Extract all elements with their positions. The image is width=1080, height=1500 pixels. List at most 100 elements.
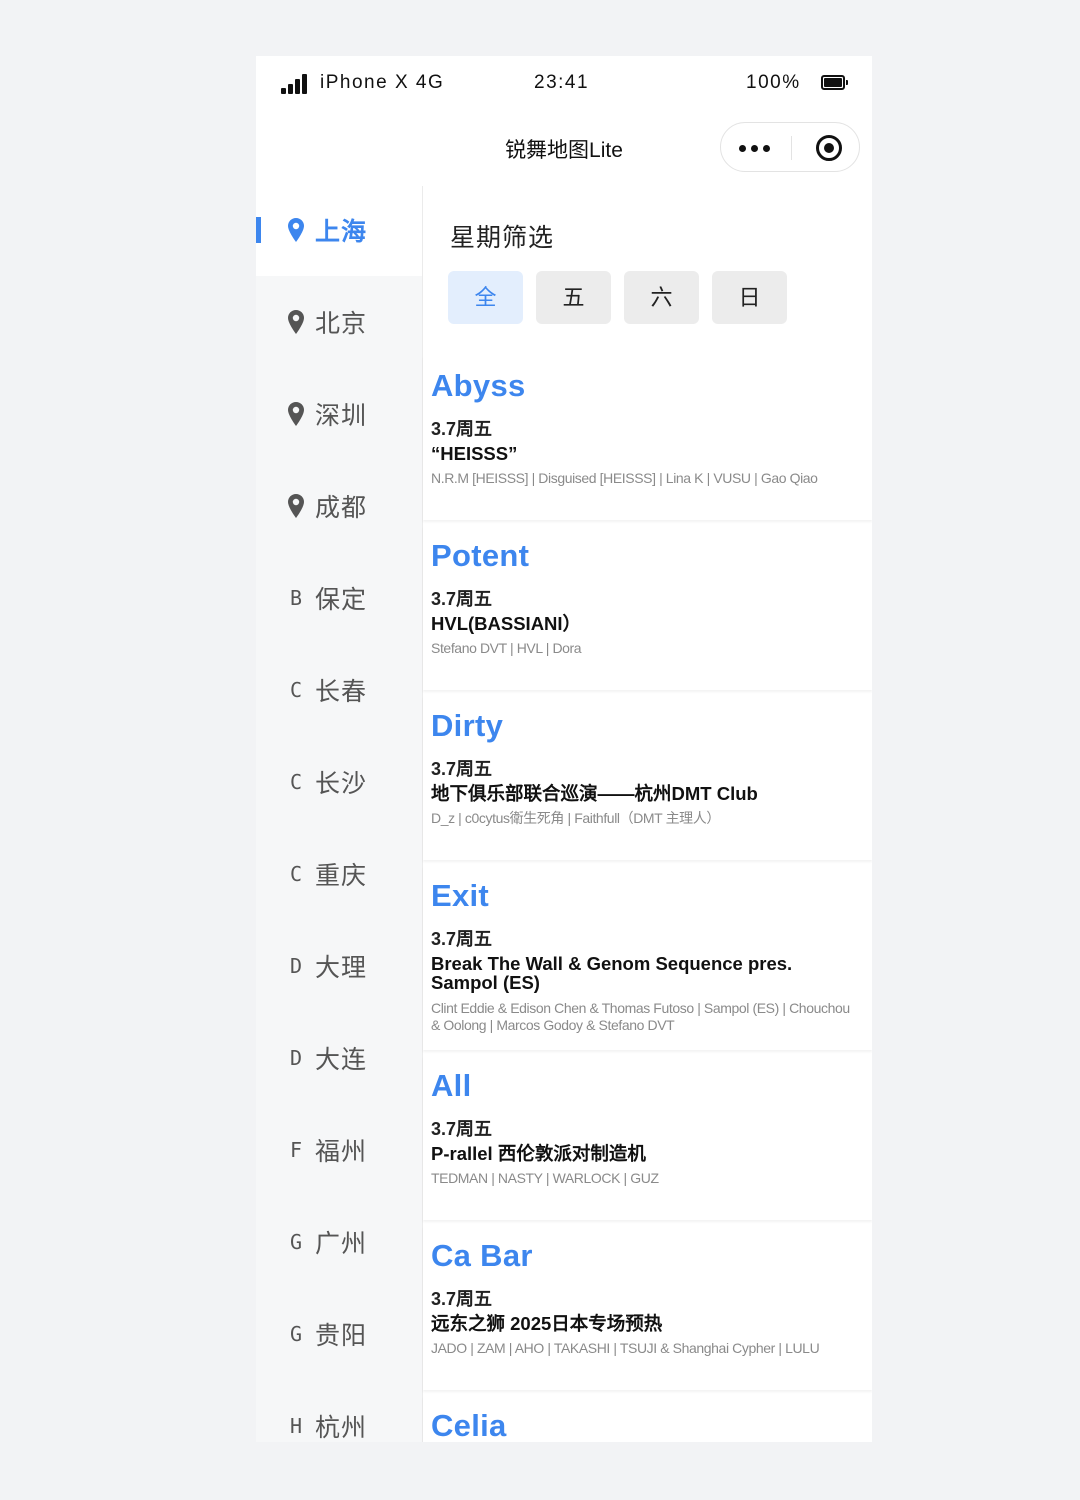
carrier-label: iPhone X 4G xyxy=(320,72,445,93)
event-card[interactable]: Dirty 3.7周五地下俱乐部联合巡演——杭州DMT Club D_z | c0c… xyxy=(423,696,872,860)
weekday-chip[interactable]: 日 xyxy=(712,271,787,324)
sidebar-city-item[interactable]: F 福州 xyxy=(256,1104,422,1196)
sidebar-city-item[interactable]: 成都 xyxy=(256,460,422,552)
index-letter: D xyxy=(286,1045,306,1071)
index-letter-text: D xyxy=(289,1046,303,1070)
event-card[interactable]: All 3.7周五 P-rallel 西伦敦派对制造机 TEDMAN | NASTY … xyxy=(423,1056,872,1220)
battery-percent: 100% xyxy=(746,72,801,93)
event-lineup: JADO | ZAM | AHO | TAKASHI | TSUJI & Sha… xyxy=(431,1340,820,1356)
event-lineup: Clint Eddie & Edison Chen & Thomas Futos… xyxy=(431,1000,850,1033)
location-pin-icon xyxy=(286,401,306,427)
index-letter-text: D xyxy=(289,954,303,978)
signal-icon xyxy=(281,74,309,94)
sidebar-city-item[interactable]: 上海 xyxy=(256,184,422,276)
index-letter-text: C xyxy=(289,678,303,702)
location-pin-icon xyxy=(286,493,306,519)
event-lineup: N.R.M [HEISSS] | Disguised [HEISSS] | Li… xyxy=(431,470,818,486)
index-letter: D xyxy=(286,953,306,979)
sidebar-city-item[interactable]: D 大连 xyxy=(256,1012,422,1104)
index-letter-text: C xyxy=(289,770,303,794)
index-letter: F xyxy=(286,1137,306,1163)
event-title: 远东之狮 2025日本专场预热 xyxy=(431,1313,663,1334)
venue-name: Exit xyxy=(431,878,490,913)
event-date: 3.7周五 xyxy=(431,419,493,439)
sidebar-city-item[interactable]: G 广州 xyxy=(256,1196,422,1288)
city-label: 长春 xyxy=(315,678,368,706)
event-card[interactable]: Potent 3.7周五 HVL(BASSIANI） Stefano DVT | HV… xyxy=(423,526,872,690)
city-sidebar: 上海 北京 深圳 成都 B 保定 C 长春 C 长沙 C 重庆 D 大理 D 大连 F 福州 G 广州 G 贵阳 H 杭州 xyxy=(256,184,422,1442)
venue-name: Dirty xyxy=(431,708,504,743)
city-label: 长沙 xyxy=(315,770,368,798)
city-label: 广州 xyxy=(315,1230,368,1258)
index-letter: C xyxy=(286,861,306,887)
city-label: 杭州 xyxy=(315,1414,368,1442)
event-title: Break The Wall & Genom Sequence pres. Sa… xyxy=(431,953,793,993)
event-title: 地下俱乐部联合巡演——杭州DMT Club xyxy=(431,783,758,804)
weekday-chip[interactable]: 五 xyxy=(536,271,611,324)
venue-name: Abyss xyxy=(431,368,526,403)
miniprogram-capsule xyxy=(720,122,860,172)
event-lineup: D_z | c0cytus衛生死角 | Faithfull（DMT 主理人） xyxy=(431,810,720,826)
event-title: P-rallel 西伦敦派对制造机 xyxy=(431,1143,646,1164)
phone-screen: iPhone X 4G 23:41 100% 锐舞地图Lite 上海 北京 深圳 成都… xyxy=(256,56,872,1442)
capsule-divider xyxy=(791,136,792,160)
event-card[interactable]: Exit 3.7周五 Break The Wall & Genom Sequence… xyxy=(423,866,872,1050)
venue-name: Celia xyxy=(431,1408,507,1442)
event-title: HVL(BASSIANI） xyxy=(431,613,582,634)
city-label: 保定 xyxy=(315,586,368,614)
weekday-chip[interactable]: 全 xyxy=(448,271,523,324)
index-letter: B xyxy=(286,585,306,611)
city-label: 大连 xyxy=(315,1046,368,1074)
index-letter-text: F xyxy=(289,1138,303,1162)
event-card[interactable]: Ca Bar 3.7周五远东之狮 2025日本专场预热 JADO | ZAM | A… xyxy=(423,1226,872,1390)
sidebar-city-item[interactable]: 北京 xyxy=(256,276,422,368)
event-card[interactable]: Abyss 3.7周五 “HEISSS” N.R.M [HEISSS] | Disgu… xyxy=(423,356,872,520)
sidebar-city-item[interactable]: C 重庆 xyxy=(256,828,422,920)
city-label: 重庆 xyxy=(315,862,368,890)
index-letter-text: H xyxy=(289,1414,303,1438)
sidebar-city-item[interactable]: C 长沙 xyxy=(256,736,422,828)
event-title: “HEISSS” xyxy=(431,443,518,464)
event-lineup: Stefano DVT | HVL | Dora xyxy=(431,640,582,656)
city-label: 深圳 xyxy=(315,402,368,430)
sidebar-city-item[interactable]: H 杭州 xyxy=(256,1380,422,1442)
index-letter-text: G xyxy=(289,1230,303,1254)
battery-icon xyxy=(821,75,848,90)
weekday-chip[interactable]: 六 xyxy=(624,271,699,324)
sidebar-city-item[interactable]: D 大理 xyxy=(256,920,422,1012)
clock: 23:41 xyxy=(534,72,590,93)
sidebar-city-item[interactable]: C 长春 xyxy=(256,644,422,736)
city-label: 福州 xyxy=(315,1138,368,1166)
index-letter: H xyxy=(286,1413,306,1439)
more-icon[interactable] xyxy=(739,145,771,153)
event-date: 3.7周五 xyxy=(431,929,493,949)
city-label: 大理 xyxy=(315,954,368,982)
index-letter: C xyxy=(286,769,306,795)
event-lineup: TEDMAN | NASTY | WARLOCK | GUZ xyxy=(431,1170,659,1186)
status-bar: iPhone X 4G 23:41 100% xyxy=(256,56,872,112)
index-letter: G xyxy=(286,1229,306,1255)
index-letter-text: B xyxy=(289,586,303,610)
sidebar-city-item[interactable]: 深圳 xyxy=(256,368,422,460)
location-pin-icon xyxy=(286,309,306,335)
event-card[interactable]: Celia xyxy=(423,1396,872,1442)
city-label: 上海 xyxy=(315,218,368,246)
index-letter-text: G xyxy=(289,1322,303,1346)
city-label: 成都 xyxy=(315,494,368,522)
sidebar-city-item[interactable]: B 保定 xyxy=(256,552,422,644)
weekday-filter-title: 星期筛选 xyxy=(450,224,555,252)
index-letter: C xyxy=(286,677,306,703)
index-letter: G xyxy=(286,1321,306,1347)
event-date: 3.7周五 xyxy=(431,1119,493,1139)
event-date: 3.7周五 xyxy=(431,1289,493,1309)
city-label: 贵阳 xyxy=(315,1322,368,1350)
venue-name: All xyxy=(431,1068,472,1103)
close-miniprogram-icon[interactable] xyxy=(816,135,842,161)
sidebar-city-item[interactable]: G 贵阳 xyxy=(256,1288,422,1380)
active-indicator xyxy=(256,217,261,243)
venue-name: Ca Bar xyxy=(431,1238,533,1273)
event-date: 3.7周五 xyxy=(431,759,493,779)
event-date: 3.7周五 xyxy=(431,589,493,609)
city-label: 北京 xyxy=(315,310,368,338)
location-pin-icon xyxy=(286,217,306,243)
